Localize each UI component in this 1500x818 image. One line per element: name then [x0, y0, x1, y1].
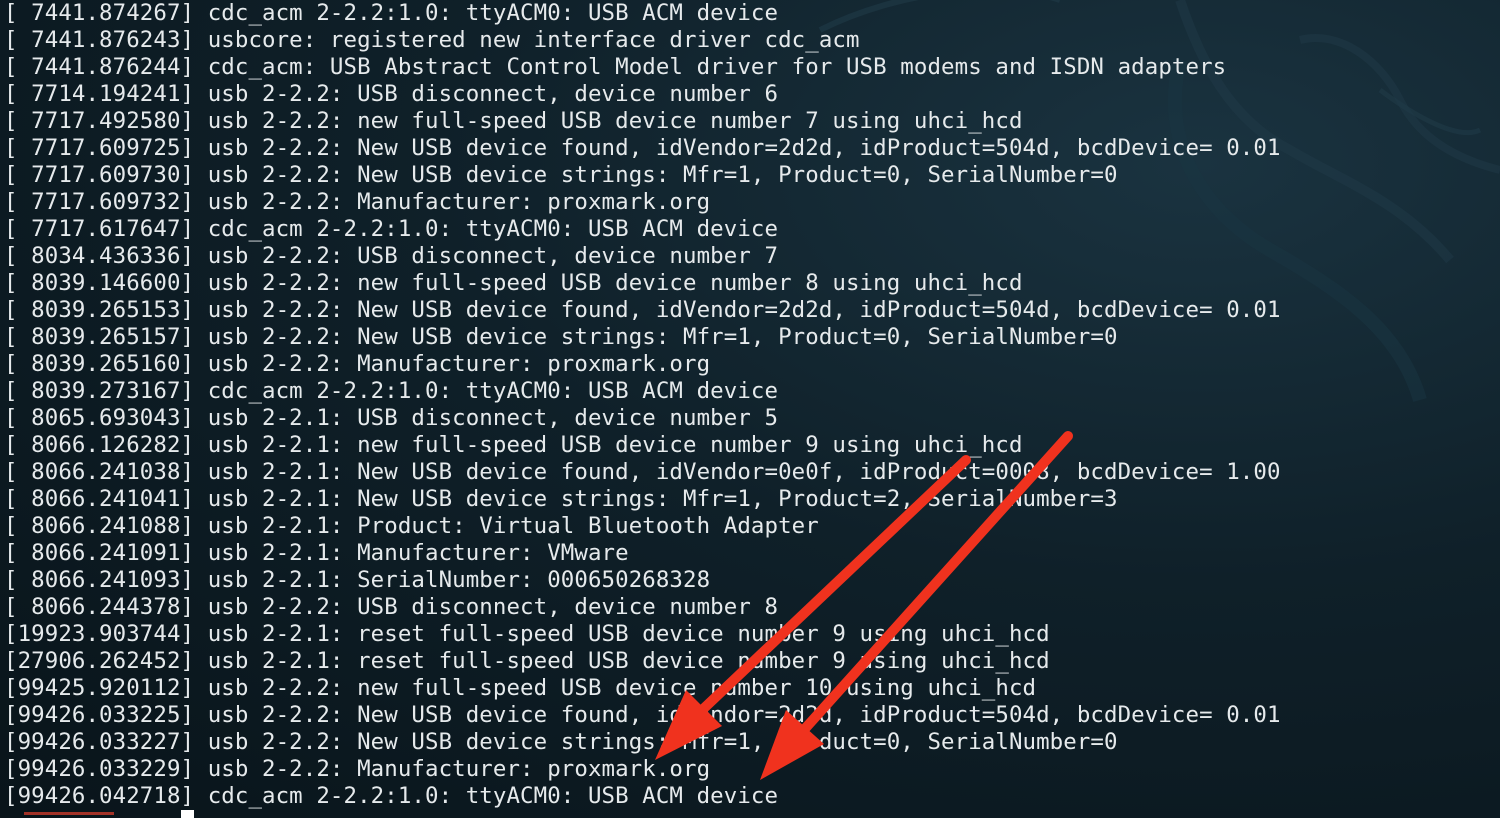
log-line: [ 7717.617647] cdc_acm 2-2.2:1.0: ttyACM… [4, 216, 779, 242]
log-line: [ 8066.241093] usb 2-2.1: SerialNumber: … [4, 567, 711, 593]
log-line: [ 7441.876243] usbcore: registered new i… [4, 27, 860, 53]
log-line: [ 8039.273167] cdc_acm 2-2.2:1.0: ttyACM… [4, 378, 779, 404]
terminal-window[interactable]: [ 7441.874267] cdc_acm 2-2.2:1.0: ttyACM… [0, 0, 1500, 818]
log-line: [99426.033227] usb 2-2.2: New USB device… [4, 729, 1118, 755]
log-line: [99426.033229] usb 2-2.2: Manufacturer: … [4, 756, 711, 782]
kernel-log-output: [ 7441.874267] cdc_acm 2-2.2:1.0: ttyACM… [4, 0, 1281, 810]
log-line: [ 8065.693043] usb 2-2.1: USB disconnect… [4, 405, 779, 431]
log-line: [99425.920112] usb 2-2.2: new full-speed… [4, 675, 1037, 701]
log-line: [27906.262452] usb 2-2.1: reset full-spe… [4, 648, 1050, 674]
log-line: [ 8039.146600] usb 2-2.2: new full-speed… [4, 270, 1023, 296]
log-line: [99426.033225] usb 2-2.2: New USB device… [4, 702, 1281, 728]
log-line: [ 8066.241041] usb 2-2.1: New USB device… [4, 486, 1118, 512]
log-line: [ 7714.194241] usb 2-2.2: USB disconnect… [4, 81, 779, 107]
log-line: [ 8034.436336] usb 2-2.2: USB disconnect… [4, 243, 779, 269]
log-line: [ 7441.874267] cdc_acm 2-2.2:1.0: ttyACM… [4, 0, 779, 26]
log-line: [99426.042718] cdc_acm 2-2.2:1.0: ttyACM… [4, 783, 779, 809]
log-line: [19923.903744] usb 2-2.1: reset full-spe… [4, 621, 1050, 647]
log-line: [ 8039.265157] usb 2-2.2: New USB device… [4, 324, 1118, 350]
log-line: [ 8066.241038] usb 2-2.1: New USB device… [4, 459, 1281, 485]
terminal-cursor [181, 810, 194, 818]
log-line: [ 8066.241088] usb 2-2.1: Product: Virtu… [4, 513, 819, 539]
prompt-line[interactable] [4, 810, 304, 818]
log-line: [ 7717.492580] usb 2-2.2: new full-speed… [4, 108, 1023, 134]
log-line: [ 8039.265153] usb 2-2.2: New USB device… [4, 297, 1281, 323]
log-line: [ 8039.265160] usb 2-2.2: Manufacturer: … [4, 351, 711, 377]
log-line: [ 7441.876244] cdc_acm: USB Abstract Con… [4, 54, 1227, 80]
log-line: [ 7717.609730] usb 2-2.2: New USB device… [4, 162, 1118, 188]
log-line: [ 8066.244378] usb 2-2.2: USB disconnect… [4, 594, 779, 620]
log-line: [ 7717.609725] usb 2-2.2: New USB device… [4, 135, 1281, 161]
log-line: [ 8066.241091] usb 2-2.1: Manufacturer: … [4, 540, 629, 566]
prompt-fragment [24, 812, 114, 815]
log-line: [ 7717.609732] usb 2-2.2: Manufacturer: … [4, 189, 711, 215]
log-line: [ 8066.126282] usb 2-2.1: new full-speed… [4, 432, 1023, 458]
